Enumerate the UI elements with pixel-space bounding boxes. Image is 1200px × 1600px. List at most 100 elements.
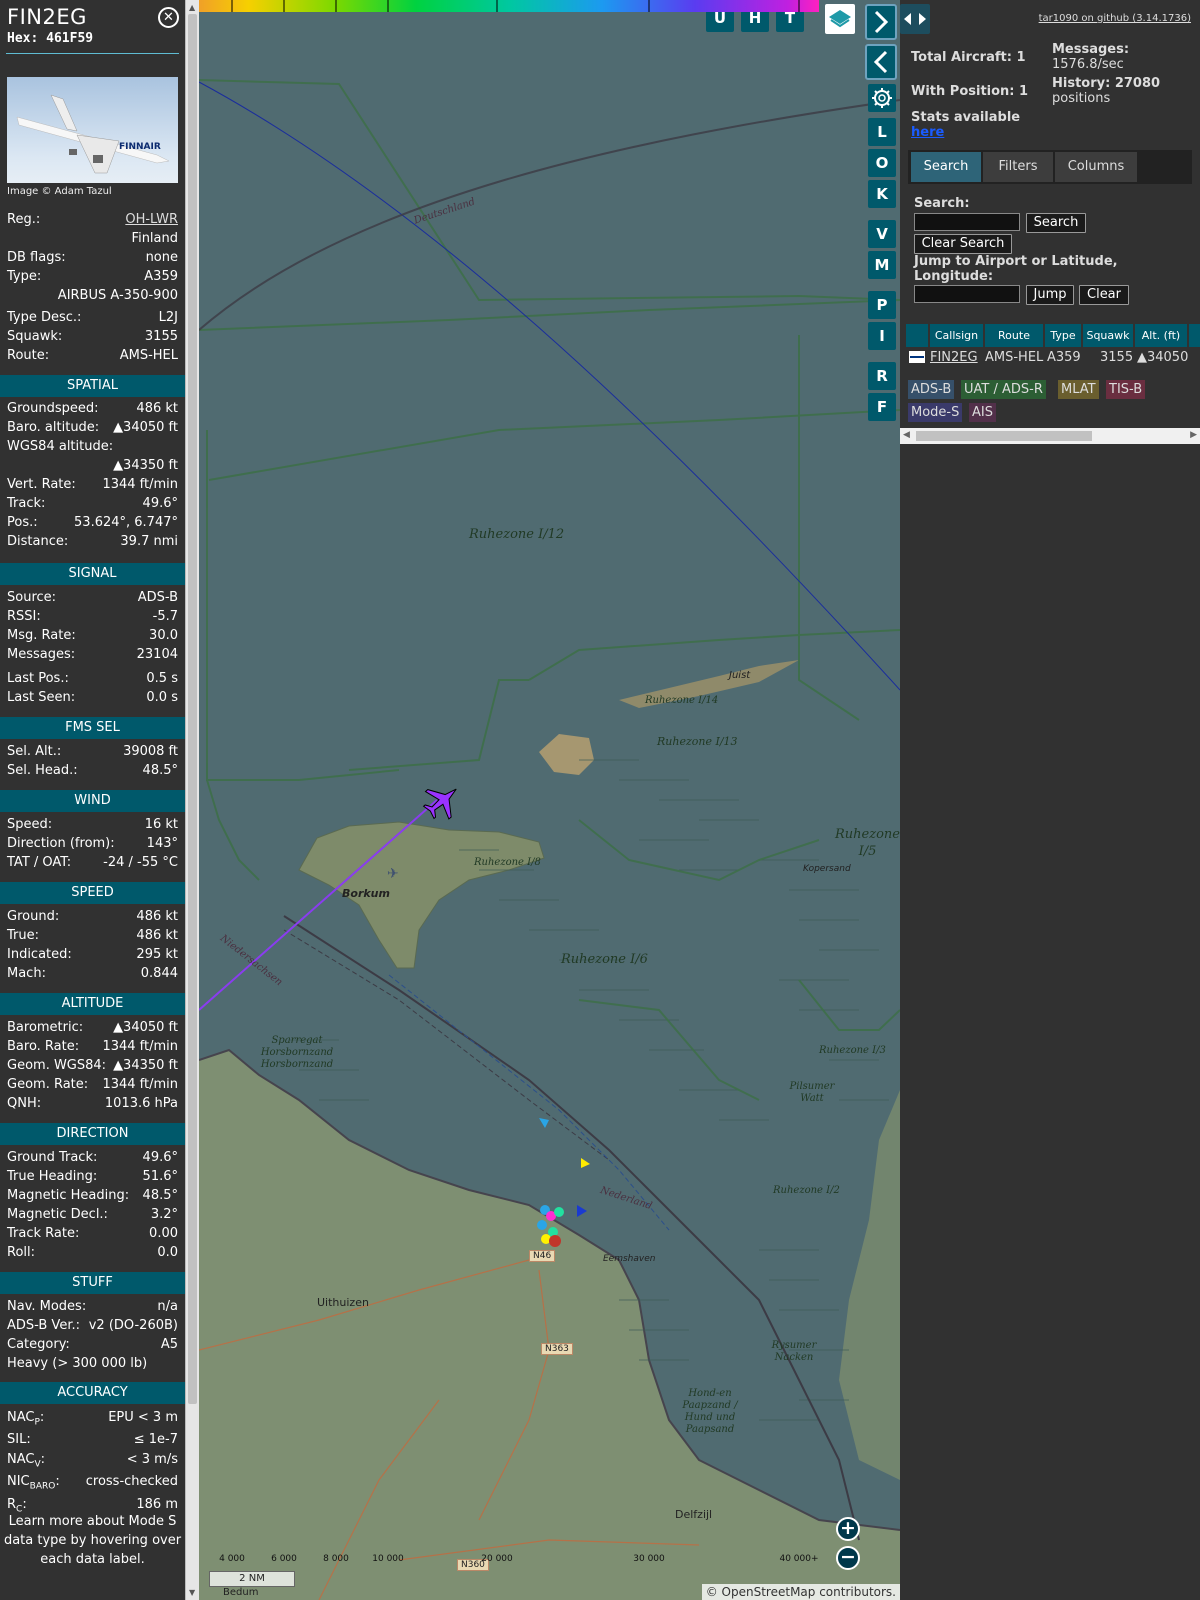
info-label[interactable]: SIL: xyxy=(7,1432,31,1451)
col-header-altitude[interactable]: Alt. (ft) xyxy=(1135,324,1187,347)
button-r[interactable]: R xyxy=(868,362,896,390)
info-label[interactable]: Indicated: xyxy=(7,947,72,966)
info-label[interactable]: NAC xyxy=(7,1452,34,1467)
info-label-group[interactable]: NICBARO: xyxy=(7,1474,60,1493)
expand-right-button[interactable] xyxy=(865,4,897,40)
info-label[interactable]: Messages: xyxy=(7,647,75,666)
map[interactable]: ✈ Ruhezone I/12 Ruhezone I/6 Ruhezone I/… xyxy=(199,0,900,1600)
info-label[interactable]: Magnetic Decl.: xyxy=(7,1207,108,1226)
button-f[interactable]: F xyxy=(868,393,896,421)
scroll-down-icon[interactable]: ▼ xyxy=(189,1588,195,1597)
layers-button[interactable] xyxy=(825,4,855,34)
info-label[interactable]: Distance: xyxy=(7,534,68,553)
collapse-left-button[interactable] xyxy=(865,44,897,80)
info-label[interactable]: Msg. Rate: xyxy=(7,628,76,647)
zoom-in-button[interactable]: + xyxy=(836,1517,860,1541)
info-value[interactable]: OH-LWR xyxy=(125,212,178,231)
info-label[interactable]: Direction (from): xyxy=(7,836,115,855)
info-label[interactable]: Mach: xyxy=(7,966,46,985)
info-label[interactable]: QNH: xyxy=(7,1096,41,1115)
clear-jump-button[interactable]: Clear xyxy=(1079,285,1129,305)
info-label[interactable]: Baro. Rate: xyxy=(7,1039,79,1058)
info-label[interactable]: Geom. Rate: xyxy=(7,1077,88,1096)
info-label[interactable]: Route: xyxy=(7,348,49,367)
settings-button[interactable] xyxy=(868,84,896,112)
info-label[interactable]: R xyxy=(7,1497,16,1512)
info-label[interactable]: Sel. Head.: xyxy=(7,763,78,782)
info-label[interactable]: Track Rate: xyxy=(7,1226,79,1245)
button-m[interactable]: M xyxy=(868,251,896,279)
col-header-more[interactable] xyxy=(1189,324,1200,347)
tab-search[interactable]: Search xyxy=(911,152,981,182)
info-label[interactable]: True: xyxy=(7,928,39,947)
button-v[interactable]: V xyxy=(868,220,896,248)
row-callsign[interactable]: FIN2EG xyxy=(930,349,978,367)
jump-button[interactable]: Jump xyxy=(1026,285,1074,305)
info-label[interactable]: Ground Track: xyxy=(7,1150,97,1169)
jump-input[interactable] xyxy=(914,285,1020,303)
info-label[interactable]: Groundspeed: xyxy=(7,401,98,420)
info-label[interactable]: Reg.: xyxy=(7,212,40,231)
info-label[interactable]: Nav. Modes: xyxy=(7,1299,86,1318)
info-label-group[interactable]: NACV: xyxy=(7,1452,45,1471)
info-label[interactable]: Category: xyxy=(7,1337,70,1356)
col-header-flag[interactable] xyxy=(906,324,928,347)
info-label[interactable]: RSSI: xyxy=(7,609,41,628)
info-label[interactable]: Heavy (> 300 000 lb) xyxy=(7,1356,147,1375)
col-header-callsign[interactable]: Callsign xyxy=(930,324,983,347)
github-link[interactable]: tar1090 on github (3.14.1736) xyxy=(1039,13,1191,24)
info-label[interactable]: NAC xyxy=(7,1410,34,1425)
aircraft-photo[interactable]: FINNAIR xyxy=(7,77,178,183)
col-header-route[interactable]: Route xyxy=(985,324,1043,347)
button-l[interactable]: L xyxy=(868,118,896,146)
toggle-layout-button[interactable] xyxy=(900,4,930,34)
info-label[interactable]: Pos.: xyxy=(7,515,38,534)
info-label[interactable]: Baro. altitude: xyxy=(7,420,99,439)
info-label[interactable]: Ground: xyxy=(7,909,59,928)
info-label-group[interactable]: NACP: xyxy=(7,1410,44,1429)
search-input[interactable] xyxy=(914,213,1020,231)
info-label[interactable]: True Heading: xyxy=(7,1169,97,1188)
info-label[interactable]: Last Pos.: xyxy=(7,671,69,690)
info-scrollbar[interactable]: ▲ ▼ xyxy=(185,0,199,1600)
scroll-thumb[interactable] xyxy=(188,14,197,1404)
info-label[interactable]: Type Desc.: xyxy=(7,310,81,329)
info-label[interactable]: Speed: xyxy=(7,817,52,836)
aircraft-marker-icon[interactable] xyxy=(417,775,468,826)
tab-columns[interactable]: Columns xyxy=(1055,152,1137,182)
scroll-left-icon[interactable]: ◀ xyxy=(903,430,910,440)
table-horizontal-scrollbar[interactable]: ◀ ▶ xyxy=(900,428,1200,444)
button-o[interactable]: O xyxy=(868,149,896,177)
search-button[interactable]: Search xyxy=(1026,213,1086,233)
info-label[interactable]: Track: xyxy=(7,496,45,515)
button-i[interactable]: I xyxy=(868,322,896,350)
info-label[interactable]: Last Seen: xyxy=(7,690,75,709)
zoom-out-button[interactable]: − xyxy=(836,1546,860,1570)
close-icon[interactable]: ✕ xyxy=(158,7,179,28)
stats-link[interactable]: here xyxy=(911,125,944,140)
info-label[interactable]: TAT / OAT: xyxy=(7,855,71,874)
horizontal-scroll-thumb[interactable] xyxy=(916,431,1092,441)
info-label[interactable]: Magnetic Heading: xyxy=(7,1188,129,1207)
button-k[interactable]: K xyxy=(868,180,896,208)
info-label[interactable]: Barometric: xyxy=(7,1020,83,1039)
tab-filters[interactable]: Filters xyxy=(983,152,1053,182)
info-label[interactable]: DB flags: xyxy=(7,250,66,269)
info-label[interactable]: WGS84 altitude: xyxy=(7,439,113,458)
info-label[interactable]: Type: xyxy=(7,269,41,288)
scroll-up-icon[interactable]: ▲ xyxy=(189,3,195,12)
map-attribution[interactable]: © OpenStreetMap contributors. xyxy=(701,1584,900,1600)
info-label[interactable]: ADS-B Ver.: xyxy=(7,1318,80,1337)
info-label[interactable]: Geom. WGS84: xyxy=(7,1058,106,1077)
button-p[interactable]: P xyxy=(868,291,896,319)
info-label[interactable]: Source: xyxy=(7,590,56,609)
col-header-squawk[interactable]: Squawk xyxy=(1083,324,1133,347)
info-label[interactable]: NIC xyxy=(7,1474,30,1489)
info-label[interactable]: Sel. Alt.: xyxy=(7,744,61,763)
scroll-right-icon[interactable]: ▶ xyxy=(1190,430,1197,440)
info-label[interactable]: Vert. Rate: xyxy=(7,477,76,496)
col-header-type[interactable]: Type xyxy=(1045,324,1081,347)
clear-search-button[interactable]: Clear Search xyxy=(914,234,1012,254)
info-label[interactable]: Roll: xyxy=(7,1245,35,1264)
info-label[interactable]: Squawk: xyxy=(7,329,62,348)
